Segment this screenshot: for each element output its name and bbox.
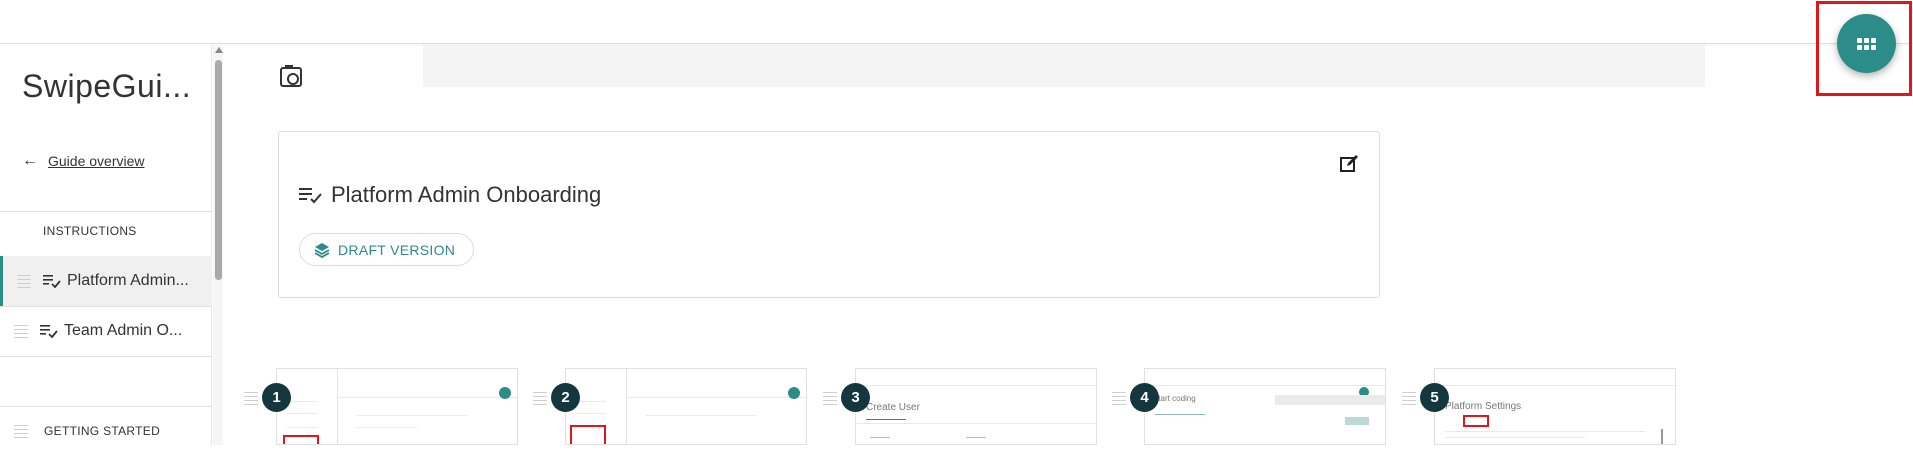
screenshot-camera-icon[interactable] (280, 65, 302, 87)
step-number-badge: 5 (1420, 383, 1449, 412)
checklist-icon (299, 188, 322, 204)
draft-version-label: DRAFT VERSION (338, 241, 456, 258)
checklist-icon (43, 275, 61, 288)
draft-version-badge[interactable]: DRAFT VERSION (299, 233, 475, 266)
drag-handle-icon[interactable] (533, 392, 547, 405)
step-thumbnail: Create User (855, 368, 1097, 445)
sidebar-item-team-admin[interactable]: Team Admin O... (0, 306, 212, 356)
sidebar-divider (0, 211, 212, 212)
sidebar-item-label: Team Admin O... (64, 322, 183, 339)
sidebar-scroll-thumb[interactable] (215, 60, 222, 280)
layers-icon (314, 242, 330, 258)
step-card[interactable]: 5 Platform Settings (1402, 368, 1676, 445)
step-card[interactable]: 1 (244, 368, 518, 445)
step-thumbnail (276, 368, 518, 445)
guide-title: SwipeGui... (22, 68, 192, 104)
sidebar-section-getting-started[interactable]: GETTING STARTED (0, 406, 212, 456)
top-bar (0, 0, 1913, 44)
drag-handle-icon[interactable] (823, 392, 837, 405)
step-card[interactable]: 3 Create User (823, 368, 1097, 445)
step-card[interactable]: 2 (533, 368, 807, 445)
drag-handle-icon[interactable] (17, 274, 31, 288)
guide-overview-label: Guide overview (48, 153, 145, 169)
scroll-up-arrow-icon[interactable] (215, 47, 223, 53)
header-banner-placeholder (423, 44, 1705, 87)
sidebar-divider (0, 356, 212, 357)
drag-handle-icon[interactable] (14, 424, 28, 438)
sidebar-item-platform-admin[interactable]: Platform Admin... (0, 256, 212, 306)
getting-started-label: GETTING STARTED (44, 424, 161, 438)
card-title-row: Platform Admin Onboarding (299, 182, 601, 208)
apps-grid-icon (1857, 37, 1876, 50)
step-thumbnail (565, 368, 807, 445)
drag-handle-icon[interactable] (14, 324, 28, 338)
step-thumbnail: Platform Settings (1434, 368, 1676, 445)
step-number-badge: 4 (1130, 383, 1159, 412)
thumbnail-title: Platform Settings (1445, 401, 1522, 412)
drag-handle-icon[interactable] (244, 392, 258, 405)
checklist-icon (40, 325, 58, 338)
step-number-badge: 2 (551, 383, 580, 412)
instructions-section-label: INSTRUCTIONS (43, 224, 137, 238)
thumbnail-title: Create User (866, 402, 920, 413)
step-number-badge: 1 (262, 383, 291, 412)
drag-handle-icon[interactable] (1402, 392, 1416, 405)
step-card[interactable]: 4 Start coding (1112, 368, 1386, 445)
apps-menu-button[interactable] (1837, 14, 1896, 73)
guide-header-card: Platform Admin Onboarding DRAFT VERSION (278, 131, 1380, 298)
drag-handle-icon[interactable] (1112, 392, 1126, 405)
thumbnail-title: Start coding (1153, 394, 1196, 403)
guide-overview-link[interactable]: ← Guide overview (22, 152, 145, 170)
edit-icon[interactable] (1339, 154, 1359, 174)
sidebar-item-label: Platform Admin... (67, 272, 189, 289)
step-number-badge: 3 (841, 383, 870, 412)
page-title: Platform Admin Onboarding (331, 182, 602, 207)
step-thumbnail: Start coding (1144, 368, 1386, 445)
arrow-left-icon: ← (22, 152, 38, 169)
